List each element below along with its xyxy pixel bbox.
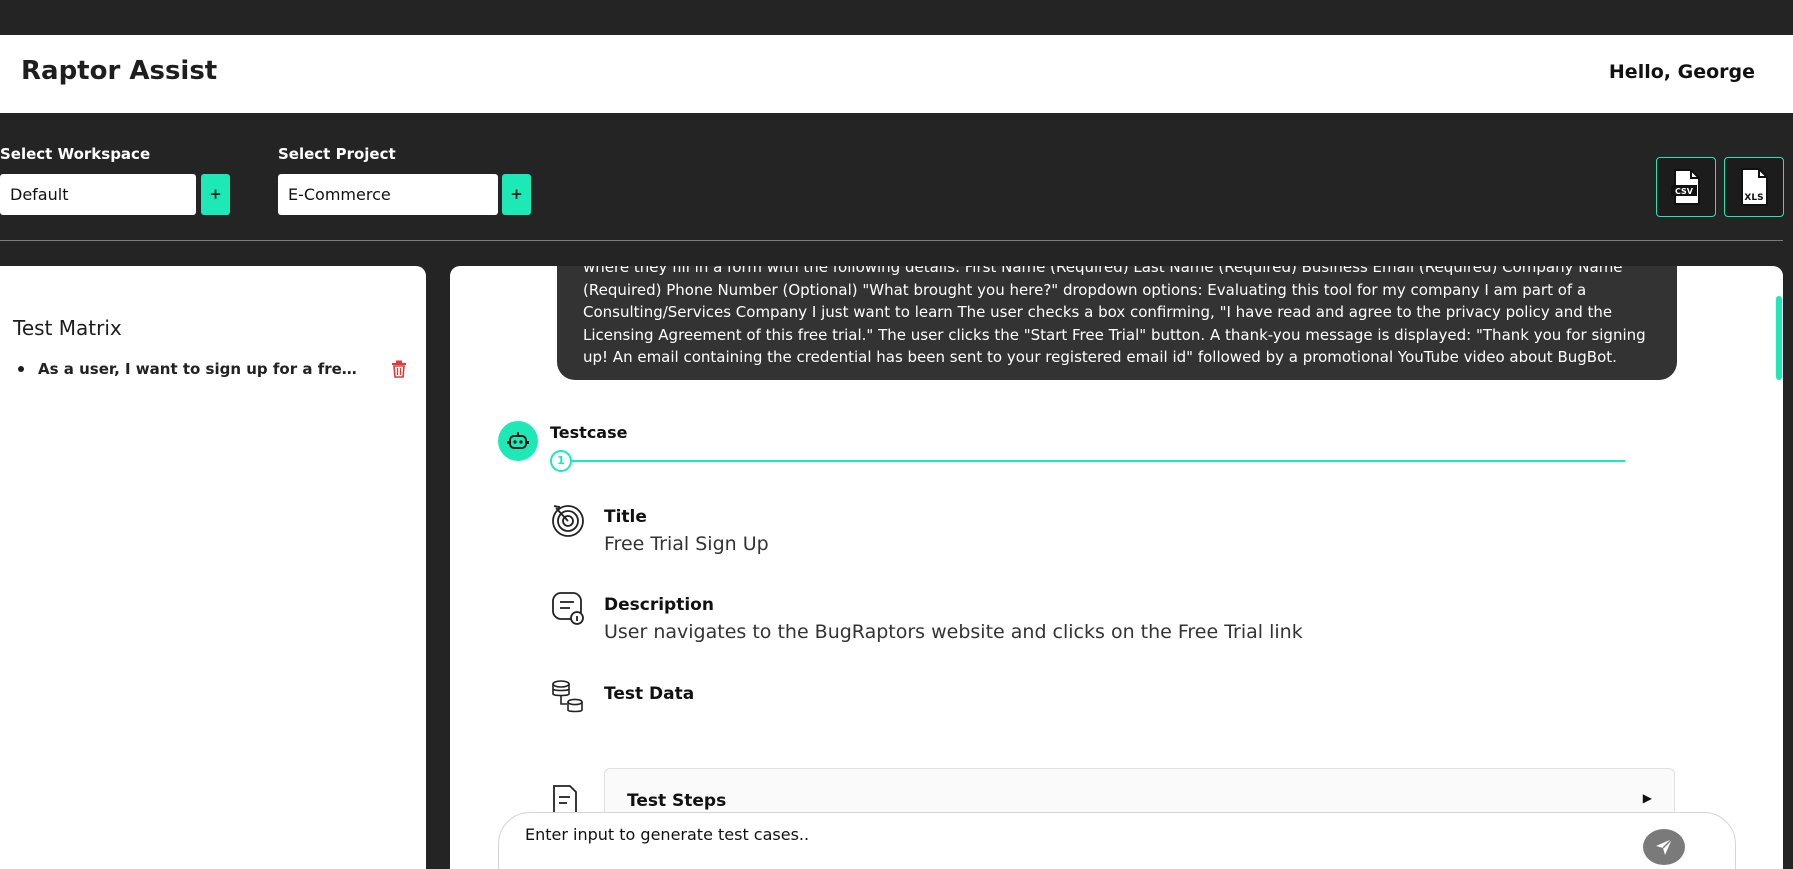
title-label: Title	[604, 507, 647, 527]
user-message-bubble: where they fill in a form with the follo…	[557, 266, 1677, 380]
test-matrix-item[interactable]: As a user, I want to sign up for a free …	[18, 356, 408, 382]
csv-file-icon: CSV	[1671, 169, 1700, 205]
testcase-label: Testcase	[550, 423, 628, 442]
robot-icon	[507, 432, 529, 449]
chat-input-bar	[498, 812, 1736, 869]
project-label: Select Project	[278, 145, 396, 163]
testcase-step-indicator[interactable]: 1	[550, 450, 572, 472]
download-xls-button[interactable]: XLS	[1724, 157, 1784, 217]
title-value: Free Trial Sign Up	[604, 533, 769, 555]
add-workspace-button[interactable]: +	[201, 174, 230, 215]
target-icon	[552, 505, 584, 537]
test-matrix-panel: Test Matrix As a user, I want to sign up…	[0, 266, 426, 869]
chat-input[interactable]	[525, 825, 1625, 844]
add-project-button[interactable]: +	[502, 174, 531, 215]
bullet	[18, 366, 24, 372]
expand-arrow-icon[interactable]: ▶	[1643, 791, 1652, 805]
chat-scrollbar[interactable]	[1775, 266, 1783, 869]
scroll-thumb[interactable]	[1776, 296, 1782, 380]
workspace-label: Select Workspace	[0, 145, 151, 163]
app-header: Raptor Assist Hello, George	[0, 35, 1793, 113]
xls-file-icon: XLS	[1741, 168, 1768, 206]
chat-panel: where they fill in a form with the follo…	[450, 266, 1783, 869]
test-matrix-title: Test Matrix	[13, 316, 122, 340]
test-matrix-item-label[interactable]: As a user, I want to sign up for a free …	[38, 360, 358, 378]
send-icon	[1656, 838, 1673, 855]
workspace-select[interactable]: Default	[0, 174, 196, 215]
toolbar-divider	[0, 240, 1783, 241]
svg-text:XLS: XLS	[1744, 193, 1763, 203]
trash-icon[interactable]	[391, 360, 407, 378]
app-title: Raptor Assist	[21, 56, 218, 86]
download-csv-button[interactable]: CSV	[1656, 157, 1716, 217]
description-value: User navigates to the BugRaptors website…	[604, 621, 1303, 643]
message-info-icon	[552, 592, 584, 625]
selection-toolbar: Select Workspace Default + Select Projec…	[0, 113, 1793, 241]
database-icon	[552, 680, 583, 713]
window-top-bar	[0, 0, 1793, 35]
test-steps-label: Test Steps	[627, 791, 727, 811]
test-data-label: Test Data	[604, 684, 695, 704]
user-greeting: Hello, George	[1608, 61, 1755, 83]
testcase-progress-line	[572, 460, 1625, 462]
description-label: Description	[604, 595, 714, 615]
bot-avatar	[498, 421, 538, 461]
project-select[interactable]: E-Commerce	[278, 174, 498, 215]
send-button[interactable]	[1643, 829, 1685, 865]
svg-text:CSV: CSV	[1675, 187, 1694, 196]
